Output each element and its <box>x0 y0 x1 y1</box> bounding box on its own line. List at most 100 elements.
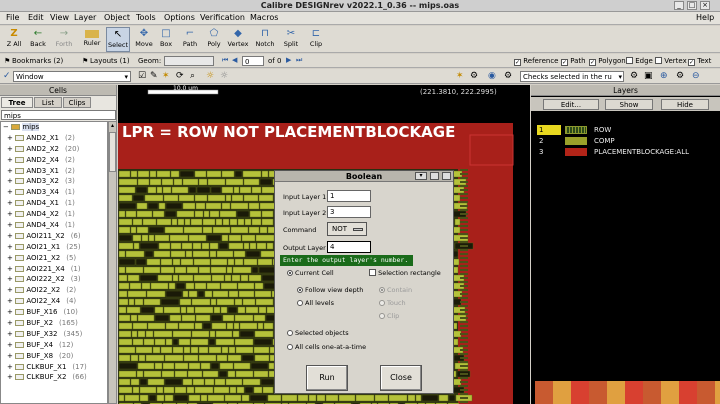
shield-icon[interactable]: ◉ <box>488 71 496 81</box>
run-button[interactable]: Run <box>306 365 348 391</box>
tree-item[interactable]: + AOI21_X1 (25) <box>1 242 107 253</box>
layer-row-row[interactable]: 1 ROW <box>537 125 717 135</box>
settings-icon[interactable]: ⚙ <box>504 71 512 81</box>
clip-radio[interactable] <box>379 313 385 319</box>
sun-icon[interactable]: ☼ <box>206 71 214 81</box>
text-checkbox[interactable]: ✓ <box>688 59 695 66</box>
select-mode-dropdown[interactable]: Window ▾ <box>13 71 131 82</box>
reference-checkbox[interactable]: ✓ <box>514 59 521 66</box>
all-cells-option[interactable]: All cells one-at-a-time <box>287 343 366 351</box>
checks-dropdown[interactable]: Checks selected in the ru ▾ <box>520 71 624 82</box>
tree-item[interactable]: + BUF_X32 (345) <box>1 329 107 340</box>
menu-view[interactable]: View <box>50 13 69 22</box>
poly-button[interactable]: ⬠ Poly <box>202 27 226 52</box>
tree-item[interactable]: + AND3_X2 (3) <box>1 176 107 187</box>
tree-item[interactable]: + AND4_X1 (1) <box>1 198 107 209</box>
menu-help[interactable]: Help <box>696 13 714 22</box>
contain-option[interactable]: Contain <box>379 286 412 294</box>
first-page-icon[interactable]: ⏮ <box>222 56 228 65</box>
notch-button[interactable]: ⊓ Notch <box>253 27 277 52</box>
menu-object[interactable]: Object <box>104 13 130 22</box>
tree-item[interactable]: + BUF_X16 (10) <box>1 307 107 318</box>
last-page-icon[interactable]: ⏭ <box>296 56 302 65</box>
page-field[interactable]: 0 <box>242 56 264 66</box>
follow-view-depth-radio[interactable] <box>297 287 303 293</box>
dialog-maximize-button[interactable] <box>442 172 451 180</box>
move-button[interactable]: ✥ Move <box>132 27 156 52</box>
gear-alt-icon[interactable]: ⚙ <box>676 71 684 81</box>
command-dropdown[interactable]: NOT <box>327 222 367 236</box>
menu-options[interactable]: Options <box>164 13 195 22</box>
selected-objects-option[interactable]: Selected objects <box>287 329 349 337</box>
current-cell-option[interactable]: Current Cell <box>287 269 334 277</box>
filter-polygon[interactable]: ✓ Polygon <box>589 57 626 66</box>
tree-item[interactable]: + BUF_X8 (20) <box>1 351 107 362</box>
tab-tree[interactable]: Tree <box>1 97 33 108</box>
tree-item[interactable]: + AND2_X1 (2) <box>1 133 107 144</box>
selection-rectangle-checkbox[interactable] <box>369 269 376 276</box>
geom-field[interactable] <box>164 56 214 66</box>
contain-radio[interactable] <box>379 287 385 293</box>
menu-tools[interactable]: Tools <box>136 13 156 22</box>
vertex-button[interactable]: ◆ Vertex <box>226 27 250 52</box>
layouts-menu[interactable]: Layouts (1) <box>90 57 130 65</box>
touch-radio[interactable] <box>379 300 385 306</box>
star-icon[interactable]: ✶ <box>162 71 170 81</box>
tab-list[interactable]: List <box>34 97 62 108</box>
tree-item[interactable]: + BUF_X2 (165) <box>1 318 107 329</box>
all-levels-radio[interactable] <box>297 300 303 306</box>
tree-item[interactable]: + CLKBUF_X2 (66) <box>1 372 107 383</box>
color-palette[interactable] <box>535 381 720 404</box>
tree-item[interactable]: + AND4_X4 (1) <box>1 220 107 231</box>
tree-item[interactable]: + AOI211_X2 (6) <box>1 231 107 242</box>
all-levels-option[interactable]: All levels <box>297 299 334 307</box>
edit-icon[interactable]: ✎ <box>150 71 158 81</box>
tree-item[interactable]: + AND2_X4 (2) <box>1 155 107 166</box>
edge-checkbox[interactable] <box>626 57 633 64</box>
hide-layers-button[interactable]: Hide <box>661 99 709 110</box>
tree-item[interactable]: + BUF_X4 (12) <box>1 340 107 351</box>
vertex-checkbox[interactable] <box>655 57 662 64</box>
clip-option[interactable]: Clip <box>379 312 399 320</box>
tree-item[interactable]: + AND4_X2 (1) <box>1 209 107 220</box>
zoom-out-icon[interactable]: ⊖ <box>692 71 700 81</box>
tree-item[interactable]: + AOI22_X4 (4) <box>1 296 107 307</box>
bookmarks-menu[interactable]: Bookmarks (2) <box>12 57 63 65</box>
tree-item[interactable]: + AND3_X1 (2) <box>1 166 107 177</box>
scroll-up-icon[interactable]: ▴ <box>109 122 116 130</box>
sun-dim-icon[interactable]: ☼ <box>220 71 228 81</box>
menu-verification[interactable]: Verification <box>200 13 245 22</box>
menu-macros[interactable]: Macros <box>250 13 278 22</box>
tree-item[interactable]: + AOI222_X2 (3) <box>1 274 107 285</box>
output-layer-field[interactable]: 4 <box>327 241 371 253</box>
layer-row-placementblockage[interactable]: 3 PLACEMENTBLOCKAGE:ALL <box>537 147 717 157</box>
follow-view-depth-option[interactable]: Follow view depth <box>297 286 363 294</box>
box-select-icon[interactable]: ▣ <box>644 71 653 81</box>
maximize-button[interactable]: □ <box>687 1 697 10</box>
run-check-icon[interactable]: ⚙ <box>630 71 638 81</box>
menu-file[interactable]: File <box>6 13 19 22</box>
gear-icon[interactable]: ⚙ <box>470 71 478 81</box>
filter-vertex[interactable]: Vertex <box>655 57 687 65</box>
filter-path[interactable]: ✓ Path <box>561 57 586 66</box>
close-button[interactable]: Close <box>380 365 422 391</box>
prev-page-icon[interactable]: ◀ <box>232 56 237 64</box>
input-layer-1-field[interactable]: 1 <box>327 190 371 202</box>
box-button[interactable]: □ Box <box>154 27 178 52</box>
tree-item[interactable]: + AND3_X4 (1) <box>1 187 107 198</box>
path-checkbox[interactable]: ✓ <box>561 59 568 66</box>
tree-item[interactable]: + CLKBUF_X1 (17) <box>1 362 107 373</box>
cell-filter-input[interactable]: mips <box>1 110 116 120</box>
selected-objects-radio[interactable] <box>287 330 293 336</box>
touch-option[interactable]: Touch <box>379 299 406 307</box>
back-button[interactable]: ← Back <box>26 27 50 52</box>
path-button[interactable]: ⌐ Path <box>178 27 202 52</box>
check-icon[interactable]: ☑ <box>138 71 146 81</box>
all-cells-radio[interactable] <box>287 344 293 350</box>
zoom-in-icon[interactable]: ⊕ <box>660 71 668 81</box>
tab-clips[interactable]: Clips <box>63 97 91 108</box>
tree-item[interactable]: + AND2_X2 (20) <box>1 144 107 155</box>
scroll-thumb[interactable] <box>109 132 116 172</box>
magic-icon[interactable]: ✶ <box>456 71 464 81</box>
menu-edit[interactable]: Edit <box>28 13 44 22</box>
